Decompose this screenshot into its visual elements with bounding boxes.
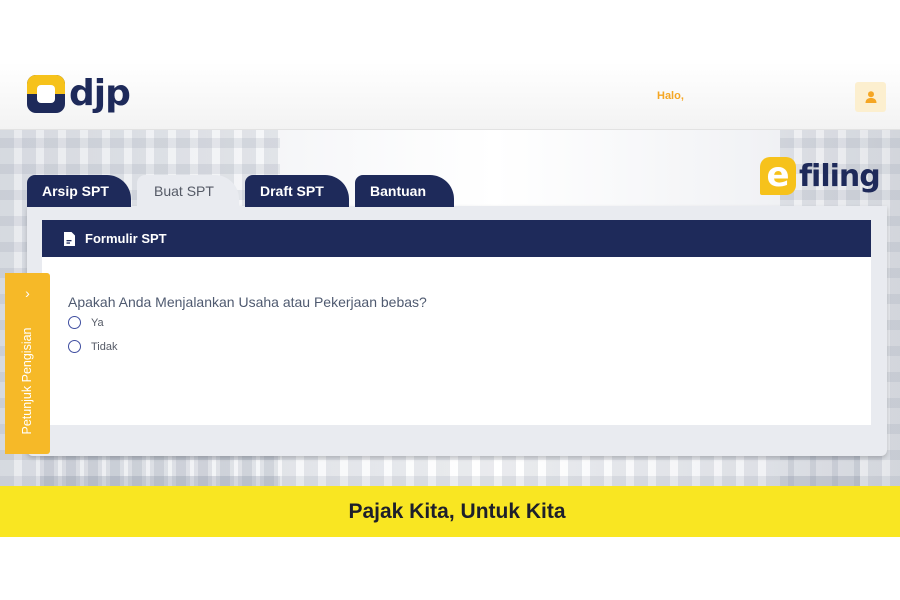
document-icon xyxy=(64,231,75,246)
djp-logo[interactable]: djp xyxy=(27,73,131,114)
tab-buat-spt[interactable]: Buat SPT xyxy=(137,175,239,207)
form-panel-body: Apakah Anda Menjalankan Usaha atau Peker… xyxy=(42,257,871,425)
djp-logo-text: djp xyxy=(69,73,131,114)
user-menu-button[interactable] xyxy=(855,82,886,112)
greeting-text: Halo, xyxy=(657,90,684,102)
chevron-right-icon: › xyxy=(25,285,30,301)
form-panel-header: Formulir SPT xyxy=(42,220,871,257)
efiling-logo-word: filing xyxy=(799,158,881,194)
guide-label: Petunjuk Pengisian xyxy=(20,327,34,435)
footer-banner: Pajak Kita, Untuk Kita xyxy=(0,486,900,537)
option-tidak[interactable]: Tidak xyxy=(68,340,118,353)
app-frame: djp Halo, e filing Arsip SPT Buat SPT Dr… xyxy=(0,62,900,537)
tab-draft-spt[interactable]: Draft SPT xyxy=(245,175,349,207)
question-text: Apakah Anda Menjalankan Usaha atau Peker… xyxy=(68,294,427,310)
tab-bantuan[interactable]: Bantuan xyxy=(355,175,454,207)
option-ya[interactable]: Ya xyxy=(68,316,104,329)
djp-logo-mark xyxy=(27,75,65,113)
efiling-logo-e: e xyxy=(760,157,796,195)
form-card: Formulir SPT Apakah Anda Menjalankan Usa… xyxy=(27,206,887,456)
radio-ya[interactable] xyxy=(68,316,81,329)
guide-side-tab[interactable]: › Petunjuk Pengisian xyxy=(5,273,50,454)
main-tabs: Arsip SPT Buat SPT Draft SPT Bantuan xyxy=(27,175,460,207)
option-tidak-label: Tidak xyxy=(91,340,118,353)
option-ya-label: Ya xyxy=(91,316,104,329)
form-title: Formulir SPT xyxy=(85,231,167,246)
user-icon xyxy=(865,91,876,103)
tab-arsip-spt[interactable]: Arsip SPT xyxy=(27,175,131,207)
top-header: djp Halo, xyxy=(0,62,900,130)
efiling-logo: e filing xyxy=(760,154,881,198)
radio-tidak[interactable] xyxy=(68,340,81,353)
footer-tagline: Pajak Kita, Untuk Kita xyxy=(348,499,566,523)
